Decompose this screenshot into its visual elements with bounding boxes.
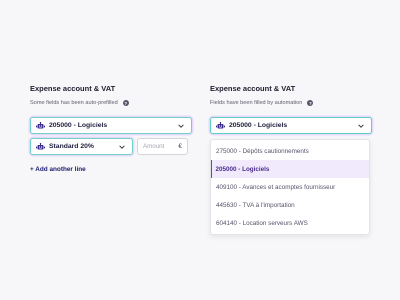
- chevron-down-icon: [178, 123, 184, 128]
- select-value: 205000 - Logiciels: [49, 122, 108, 129]
- chevron-down-icon: [358, 123, 364, 128]
- expense-vat-panel-right: Expense account & VAT Fields have been f…: [210, 84, 372, 235]
- dropdown-option[interactable]: 409100 - Avances et acomptes fournisseur: [211, 178, 369, 196]
- robot-icon: [36, 142, 45, 149]
- vat-rate-select[interactable]: Standard 20%: [30, 138, 133, 155]
- expense-account-select[interactable]: 205000 - Logiciels: [30, 117, 192, 134]
- currency-symbol: €: [178, 143, 182, 150]
- section-title: Expense account & VAT: [210, 84, 296, 93]
- robot-icon: [216, 121, 225, 128]
- dropdown-option[interactable]: 445630 - TVA à l'importation: [211, 196, 369, 214]
- help-icon[interactable]: ?: [307, 100, 314, 106]
- amount-input[interactable]: Amount €: [137, 138, 188, 155]
- add-another-line-button[interactable]: + Add another line: [30, 165, 192, 174]
- section-title: Expense account & VAT: [30, 84, 116, 93]
- expense-account-select[interactable]: 205000 - Logiciels: [210, 117, 372, 134]
- section-subtitle: Fields have been filled by automation ?: [210, 99, 372, 107]
- amount-placeholder: Amount: [143, 143, 165, 150]
- chevron-down-icon: [119, 144, 125, 149]
- account-dropdown-menu: 275000 - Dépôts cautionnements 205000 - …: [210, 139, 370, 235]
- help-icon[interactable]: ?: [122, 100, 129, 106]
- section-subtitle: Some fields has been auto-prefilled ?: [30, 99, 192, 107]
- dropdown-option[interactable]: 604140 - Location serveurs AWS: [211, 214, 369, 232]
- vat-amount-row: Standard 20% Amount €: [30, 138, 192, 155]
- dropdown-option[interactable]: 275000 - Dépôts cautionnements: [211, 142, 369, 160]
- dropdown-option-selected[interactable]: 205000 - Logiciels: [211, 160, 369, 178]
- expense-vat-panel-left: Expense account & VAT Some fields has be…: [30, 84, 192, 174]
- subtitle-text: Some fields has been auto-prefilled: [30, 100, 118, 106]
- select-value: Standard 20%: [49, 143, 94, 150]
- select-value: 205000 - Logiciels: [229, 122, 288, 129]
- subtitle-text: Fields have been filled by automation: [210, 100, 303, 106]
- robot-icon: [36, 121, 45, 128]
